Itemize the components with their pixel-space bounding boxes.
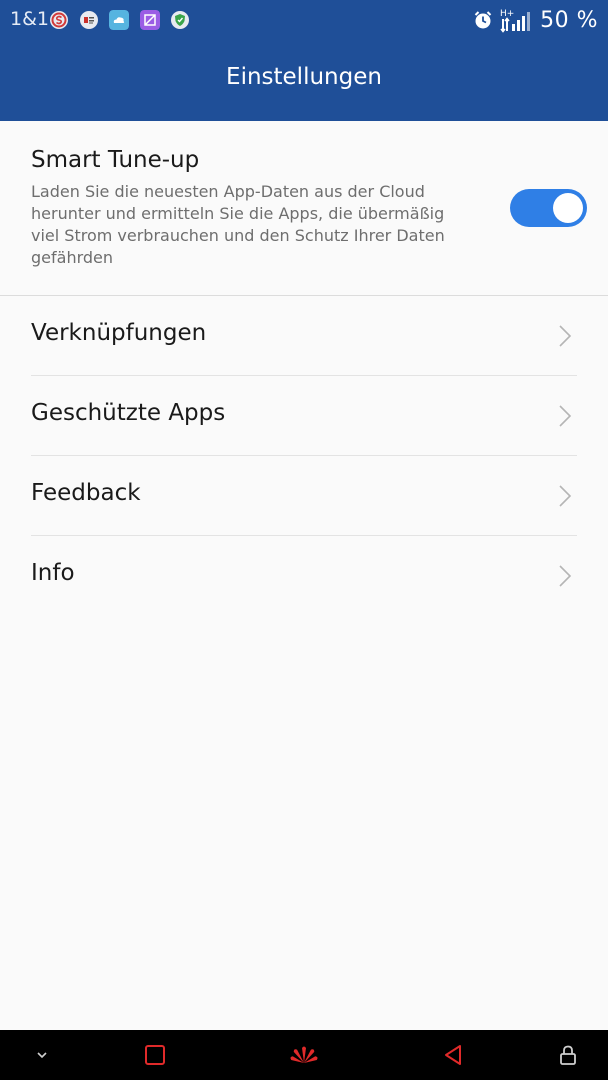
chevron-right-icon bbox=[559, 565, 572, 587]
lock-button[interactable] bbox=[548, 1030, 588, 1080]
settings-menu: Verknüpfungen Geschützte Apps Feedback I… bbox=[31, 296, 577, 615]
menu-item-geschuetzte-apps[interactable]: Geschützte Apps bbox=[31, 376, 577, 456]
expand-down-icon bbox=[37, 1052, 47, 1059]
news-app-icon bbox=[80, 11, 98, 29]
chevron-right-icon bbox=[559, 325, 572, 347]
status-right-group: H+ 50 % bbox=[472, 6, 598, 34]
menu-item-feedback[interactable]: Feedback bbox=[31, 456, 577, 536]
huawei-logo bbox=[290, 1046, 318, 1063]
smart-tuneup-row: Smart Tune-up Laden Sie die neuesten App… bbox=[0, 121, 608, 296]
home-button[interactable] bbox=[284, 1030, 324, 1080]
recent-apps-button[interactable] bbox=[135, 1030, 175, 1080]
gallery-app-icon bbox=[140, 10, 160, 30]
menu-item-verknuepfungen[interactable]: Verknüpfungen bbox=[31, 296, 577, 376]
app-bar: 1&1 H+ 50 % Einstellungen bbox=[0, 0, 608, 121]
expand-down-button[interactable] bbox=[22, 1030, 62, 1080]
menu-item-label: Verknüpfungen bbox=[31, 320, 207, 346]
toggle-knob bbox=[553, 193, 583, 223]
menu-item-info[interactable]: Info bbox=[31, 536, 577, 615]
settings-content: Smart Tune-up Laden Sie die neuesten App… bbox=[0, 121, 608, 615]
recent-apps-icon bbox=[145, 1045, 165, 1065]
smart-tuneup-title: Smart Tune-up bbox=[31, 147, 200, 173]
smart-tuneup-toggle[interactable] bbox=[510, 189, 587, 227]
settings-screen: 1&1 H+ 50 % Einstellungen Smart Tune-up … bbox=[0, 0, 608, 1080]
chevron-right-icon bbox=[559, 405, 572, 427]
alarm-clock-icon bbox=[474, 11, 492, 29]
back-icon bbox=[445, 1045, 461, 1065]
menu-item-label: Feedback bbox=[31, 480, 141, 506]
menu-item-label: Info bbox=[31, 560, 75, 586]
battery-percent: 50 % bbox=[540, 7, 598, 33]
back-button[interactable] bbox=[433, 1030, 473, 1080]
lock-icon bbox=[560, 1045, 576, 1065]
navigation-bar bbox=[0, 1030, 608, 1080]
smart-tuneup-description: Laden Sie die neuesten App-Daten aus der… bbox=[31, 182, 445, 267]
carrier-label: 1&1 bbox=[10, 8, 49, 30]
menu-item-label: Geschützte Apps bbox=[31, 400, 226, 426]
s-app-icon bbox=[50, 11, 68, 29]
shield-app-icon bbox=[171, 11, 189, 29]
signal-icon: H+ bbox=[500, 9, 531, 33]
page-title: Einstellungen bbox=[226, 64, 382, 90]
cloud-app-icon bbox=[109, 10, 129, 30]
status-bar: 1&1 H+ 50 % bbox=[0, 0, 608, 40]
chevron-right-icon bbox=[559, 485, 572, 507]
